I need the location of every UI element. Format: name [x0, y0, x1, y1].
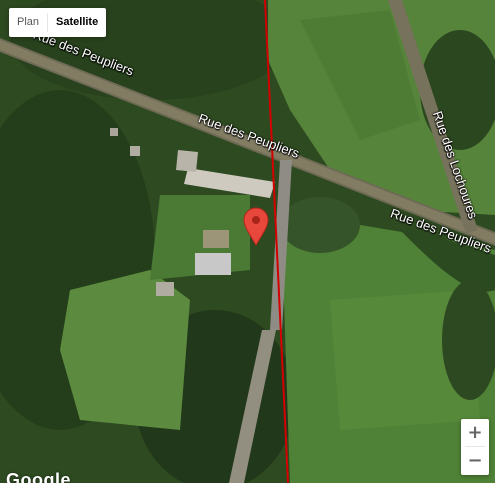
map-canvas[interactable]: Rue des Peupliers Rue des Peupliers Rue …	[0, 0, 495, 483]
map-type-control: Plan Satellite	[9, 8, 107, 37]
map-type-satellite-button[interactable]: Satellite	[48, 8, 106, 37]
satellite-imagery	[0, 0, 495, 483]
zoom-out-button[interactable]: −	[461, 447, 489, 474]
zoom-control: + −	[461, 419, 489, 475]
map-type-plan-button[interactable]: Plan	[9, 8, 47, 37]
google-logo[interactable]: Google	[6, 470, 71, 483]
zoom-in-button[interactable]: +	[461, 419, 489, 446]
